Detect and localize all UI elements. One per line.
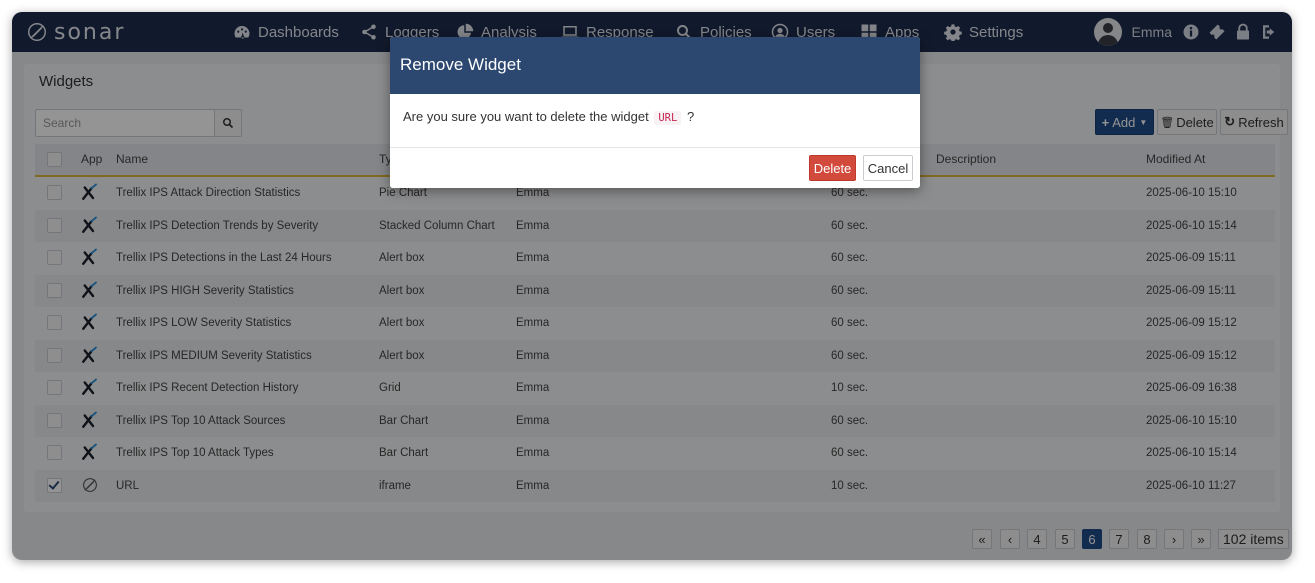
message-text: Are you sure you want to delete the widg… <box>403 109 649 124</box>
dialog-body: Are you sure you want to delete the widg… <box>390 94 920 148</box>
dialog-footer: Delete Cancel <box>390 148 920 188</box>
app-window: sonar Dashboards Loggers Analysis Respon… <box>12 12 1292 560</box>
cancel-button[interactable]: Cancel <box>863 155 913 181</box>
widget-name-code: URL <box>654 111 682 125</box>
dialog-message: Are you sure you want to delete the widg… <box>403 109 695 125</box>
confirm-delete-button[interactable]: Delete <box>809 155 856 181</box>
message-suffix: ? <box>686 109 695 124</box>
dialog-title: Remove Widget <box>400 55 521 74</box>
dialog-header: Remove Widget <box>390 37 920 94</box>
remove-widget-dialog: Remove Widget Are you sure you want to d… <box>390 37 920 188</box>
